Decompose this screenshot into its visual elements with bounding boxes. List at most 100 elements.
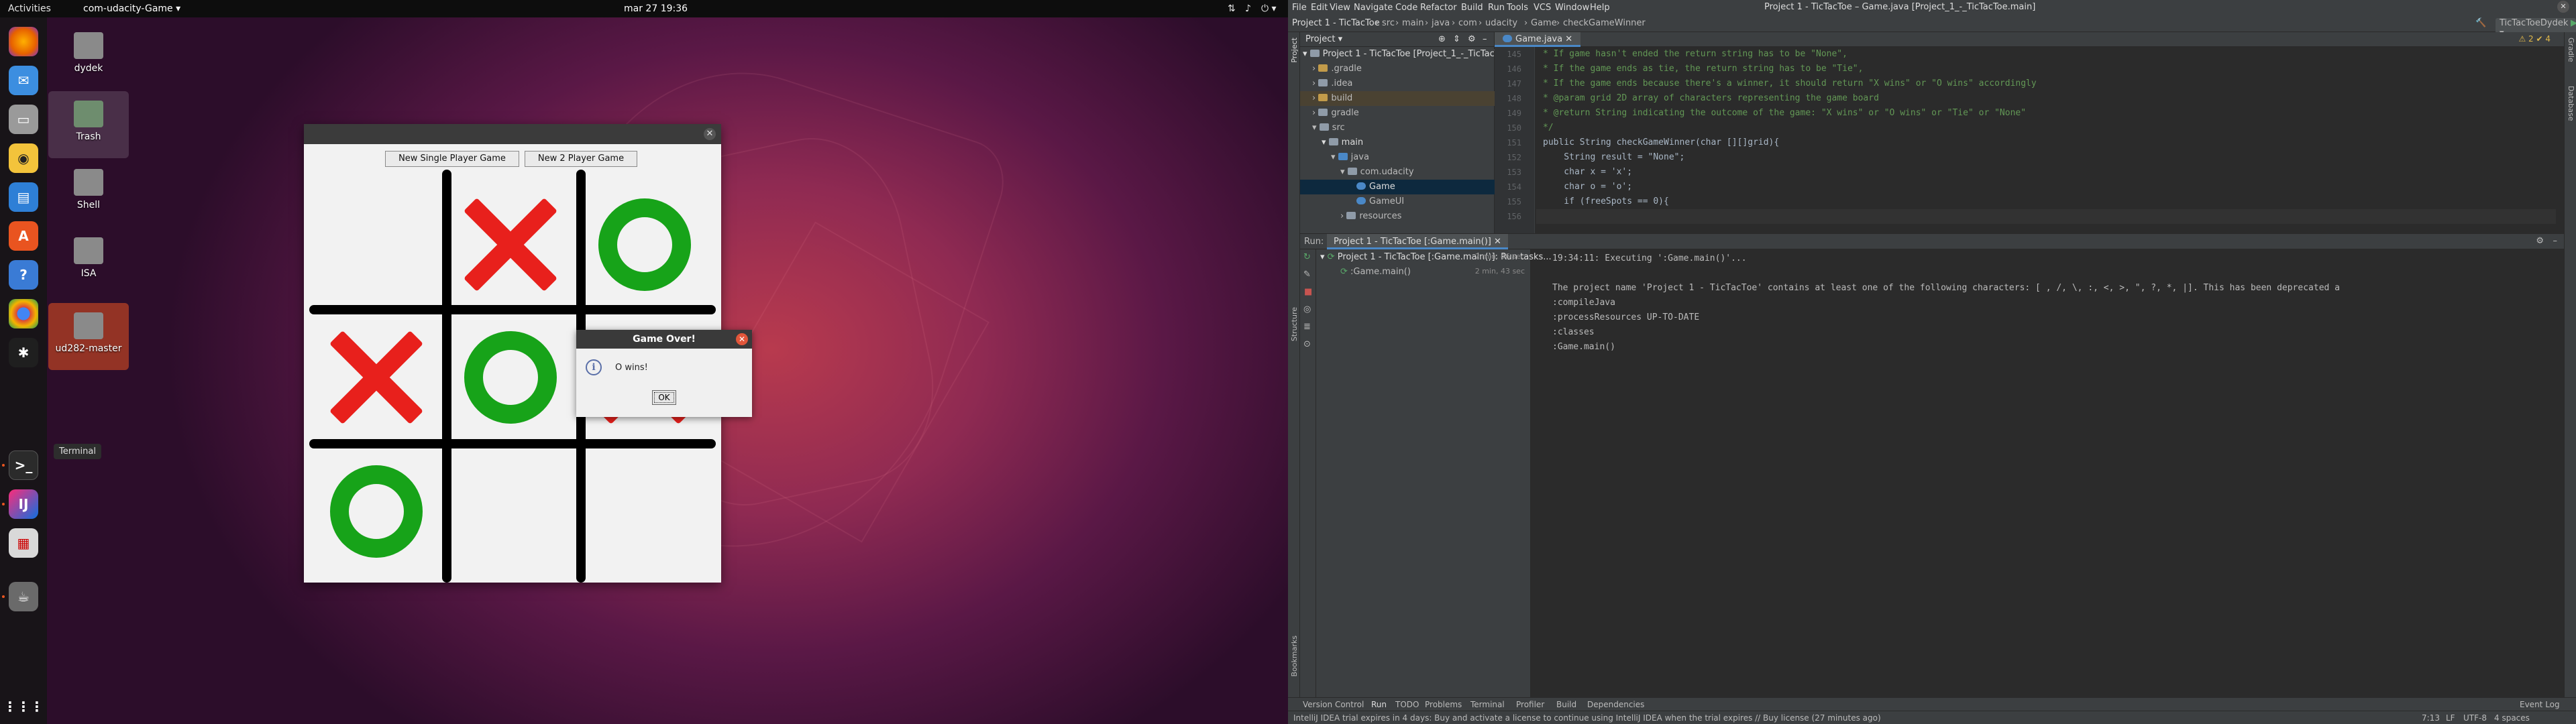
menu-file[interactable]: File: [1292, 3, 1307, 13]
breadcrumb-udacity[interactable]: udacity: [1485, 18, 1517, 28]
chrome-icon[interactable]: [9, 299, 38, 328]
dialog-close-icon[interactable]: ✕: [736, 333, 748, 345]
layout-icon[interactable]: ≣: [1303, 322, 1311, 332]
tool-project[interactable]: Project: [1290, 38, 1299, 63]
menu-view[interactable]: View: [1330, 3, 1350, 13]
cell-8[interactable]: [578, 444, 712, 579]
desktop-icon-ud282[interactable]: ud282-master: [48, 303, 129, 370]
menu-code[interactable]: Code: [1395, 3, 1417, 13]
tool-profiler[interactable]: Profiler: [1516, 700, 1544, 709]
breadcrumb-game[interactable]: Game: [1531, 18, 1557, 28]
tool-bookmarks[interactable]: Bookmarks: [1290, 636, 1299, 676]
menu-help[interactable]: Help: [1590, 3, 1610, 13]
tree-item-resources[interactable]: › resources: [1340, 209, 1401, 224]
run-tab[interactable]: Project 1 - TicTacToe [:Game.main()] ✕: [1327, 234, 1508, 249]
file-encoding[interactable]: UTF-8: [2463, 713, 2487, 723]
tab-game-java[interactable]: Game.java ✕: [1495, 32, 1581, 47]
writer-icon[interactable]: ▤: [9, 182, 38, 212]
gear-icon[interactable]: ⚙: [2536, 236, 2544, 246]
run-icon[interactable]: ▶: [2571, 18, 2576, 28]
files-icon[interactable]: ▭: [9, 105, 38, 134]
firefox-icon[interactable]: [9, 27, 38, 56]
tool-event-log[interactable]: Event Log: [2520, 700, 2560, 709]
slack-icon[interactable]: ✱: [9, 338, 38, 367]
cell-0[interactable]: [304, 170, 438, 304]
tree-item-gameui[interactable]: GameUI: [1356, 194, 1404, 209]
tool-dependencies[interactable]: Dependencies: [1587, 700, 1644, 709]
tool-database[interactable]: Database: [2567, 86, 2575, 121]
pin-icon[interactable]: ⊙: [1303, 339, 1311, 349]
tree-item-game[interactable]: Game: [1300, 180, 1495, 194]
tree-item-src[interactable]: ▾ src: [1312, 121, 1345, 135]
indent-setting[interactable]: 4 spaces: [2494, 713, 2530, 723]
cell-1[interactable]: [443, 178, 578, 312]
cell-3[interactable]: [309, 310, 443, 444]
project-view-select[interactable]: Project ▾: [1305, 34, 1342, 44]
breadcrumb-java[interactable]: java: [1432, 18, 1450, 28]
menu-window[interactable]: Window: [1555, 3, 1589, 13]
help-icon[interactable]: ?: [9, 260, 38, 290]
desktop-icon-isa[interactable]: ISA: [48, 228, 129, 295]
caret-position[interactable]: 7:13: [2422, 713, 2440, 723]
menu-vcs[interactable]: VCS: [1534, 3, 1551, 13]
terminal-icon[interactable]: >_: [9, 450, 38, 480]
tool-todo[interactable]: TODO: [1395, 700, 1419, 709]
tool-version-control[interactable]: Version Control: [1303, 700, 1364, 709]
tree-item-java[interactable]: ▾ java: [1331, 150, 1369, 165]
new-two-player-button[interactable]: New 2 Player Game: [525, 151, 637, 167]
tree-item-build[interactable]: › build: [1300, 91, 1495, 106]
close-icon[interactable]: ✕: [2557, 1, 2569, 13]
menu-refactor[interactable]: Refactor: [1420, 3, 1457, 13]
cell-4[interactable]: [443, 310, 578, 444]
window-titlebar[interactable]: ✕: [304, 124, 721, 144]
hide-icon[interactable]: –: [1483, 34, 1487, 44]
menu-edit[interactable]: Edit: [1311, 3, 1328, 13]
software-icon[interactable]: A: [9, 221, 38, 251]
tool-build[interactable]: Build: [1556, 700, 1576, 709]
tool-run[interactable]: Run: [1371, 700, 1387, 709]
desktop-icon-shell[interactable]: Shell: [48, 160, 129, 227]
app-menu[interactable]: com-udacity-Game ▾: [83, 3, 180, 14]
power-icon[interactable]: ⏻ ▾: [1261, 3, 1277, 14]
cell-2[interactable]: [578, 178, 712, 312]
breadcrumb-main[interactable]: main: [1402, 18, 1424, 28]
tool-problems[interactable]: Problems: [1425, 700, 1462, 709]
intellij-icon[interactable]: IJ: [9, 489, 38, 519]
close-icon[interactable]: ✕: [704, 128, 716, 140]
collapse-icon[interactable]: ⇕: [1453, 34, 1460, 44]
activities-button[interactable]: Activities: [8, 3, 51, 14]
menu-run[interactable]: Run: [1488, 3, 1505, 13]
desktop-icon-trash[interactable]: Trash: [48, 91, 129, 158]
new-single-player-button[interactable]: New Single Player Game: [385, 151, 519, 167]
tree-item-gradle-dir[interactable]: › .gradle: [1312, 62, 1362, 76]
tool-terminal[interactable]: Terminal: [1470, 700, 1505, 709]
desktop-icon-home[interactable]: dydek: [48, 23, 129, 90]
run-tree-child[interactable]: ⟳ :Game.main(): [1340, 267, 1411, 277]
network-icon[interactable]: ⇅: [1228, 3, 1236, 14]
tool-structure[interactable]: Structure: [1290, 307, 1299, 341]
tool-gradle[interactable]: Gradle: [2567, 38, 2575, 62]
view-icon[interactable]: ◎: [1303, 304, 1311, 314]
breadcrumb-com[interactable]: com: [1458, 18, 1477, 28]
tree-item-main[interactable]: ▾ main: [1322, 135, 1363, 150]
thunderbird-icon[interactable]: ✉: [9, 66, 38, 95]
ok-button[interactable]: OK: [652, 390, 676, 405]
java-app-icon[interactable]: ☕: [9, 582, 38, 611]
locate-icon[interactable]: ⊕: [1438, 34, 1446, 44]
stop-icon[interactable]: ■: [1304, 287, 1312, 297]
volume-icon[interactable]: ♪: [1245, 3, 1251, 14]
clock[interactable]: mar 27 19:36: [624, 3, 688, 14]
inspection-widget[interactable]: ⚠ 2 ✔ 4: [2518, 34, 2551, 44]
hide-icon[interactable]: –: [2553, 236, 2558, 246]
status-message[interactable]: IntelliJ IDEA trial expires in 4 days: B…: [1293, 713, 1881, 723]
tree-item-gradle[interactable]: › gradle: [1312, 106, 1359, 121]
cell-7[interactable]: [443, 444, 578, 579]
breadcrumb-method[interactable]: checkGameWinner: [1563, 18, 1646, 28]
cell-6[interactable]: [309, 444, 443, 579]
line-separator[interactable]: LF: [2446, 713, 2455, 723]
menu-tools[interactable]: Tools: [1507, 3, 1528, 13]
menu-build[interactable]: Build: [1461, 3, 1483, 13]
build-hammer-icon[interactable]: 🔨: [2475, 18, 2486, 28]
wrench-icon[interactable]: ✎: [1303, 269, 1311, 280]
rhythmbox-icon[interactable]: ◉: [9, 143, 38, 173]
